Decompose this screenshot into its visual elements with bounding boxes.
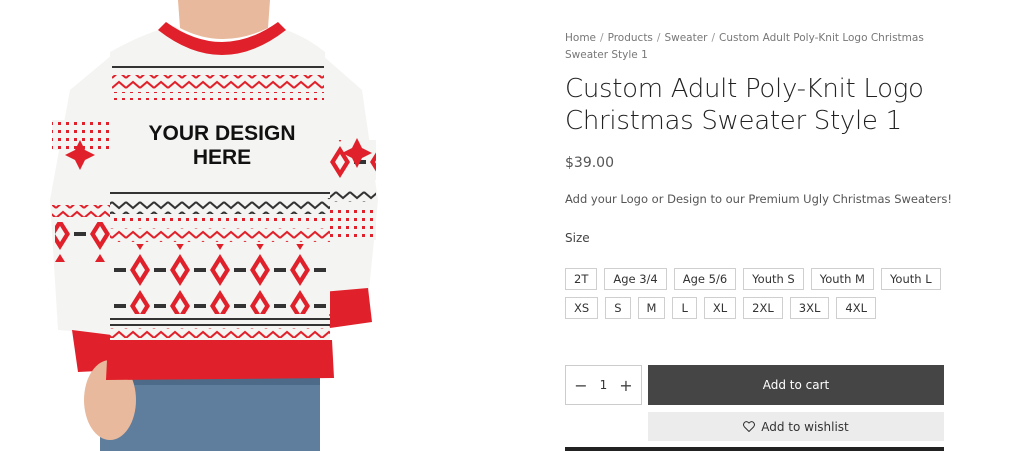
- breadcrumb-home[interactable]: Home: [565, 32, 596, 44]
- add-to-wishlist-button[interactable]: Add to wishlist: [648, 412, 944, 441]
- design-placeholder-line1: YOUR DESIGN: [148, 122, 295, 145]
- size-label: Size: [565, 231, 590, 245]
- size-option-xl[interactable]: XL: [703, 297, 737, 319]
- breadcrumb-products[interactable]: Products: [608, 32, 653, 44]
- plus-icon[interactable]: +: [617, 376, 635, 395]
- size-option-2xl[interactable]: 2XL: [743, 297, 783, 319]
- size-option-xs[interactable]: XS: [565, 297, 599, 319]
- breadcrumb-sweater[interactable]: Sweater: [664, 32, 707, 44]
- size-option-age-3-4[interactable]: Age 3/4: [604, 268, 667, 290]
- size-option-m[interactable]: M: [637, 297, 666, 319]
- size-option-age-5-6[interactable]: Age 5/6: [673, 268, 737, 290]
- buy-now-button[interactable]: [565, 447, 944, 451]
- sweater-illustration: YOUR DESIGN HERE: [50, 0, 378, 451]
- product-title: Custom Adult Poly-Knit Logo Christmas Sw…: [565, 74, 924, 136]
- size-option-s[interactable]: S: [605, 297, 631, 319]
- heart-icon: [743, 421, 756, 432]
- wishlist-label: Add to wishlist: [761, 419, 849, 434]
- breadcrumb-separator: /: [600, 32, 604, 44]
- breadcrumb-separator: /: [656, 32, 661, 44]
- design-placeholder-line2: HERE: [193, 146, 251, 169]
- quantity-input[interactable]: 1: [594, 378, 614, 392]
- size-option-youth-m[interactable]: Youth M: [810, 268, 874, 290]
- minus-icon[interactable]: −: [572, 376, 590, 395]
- size-option-3xl[interactable]: 3XL: [789, 297, 830, 319]
- quantity-stepper: − 1 +: [565, 365, 642, 405]
- product-image[interactable]: YOUR DESIGN HERE: [0, 0, 520, 451]
- size-options: 2T Age 3/4 Age 5/6 Youth S Youth M Youth…: [565, 268, 945, 319]
- size-option-youth-s[interactable]: Youth S: [743, 268, 804, 290]
- add-to-cart-row: − 1 + Add to cart: [565, 365, 955, 405]
- breadcrumb-separator: /: [711, 32, 716, 44]
- product-short-description: Add your Logo or Design to our Premium U…: [565, 192, 952, 206]
- add-to-cart-button[interactable]: Add to cart: [648, 365, 944, 405]
- product-price: $39.00: [565, 155, 614, 171]
- product-summary: Home / Products / Sweater / Custom Adult Poly-…: [565, 30, 955, 441]
- size-option-l[interactable]: L: [672, 297, 697, 319]
- size-option-youth-l[interactable]: Youth L: [880, 268, 941, 290]
- size-option-2t[interactable]: 2T: [565, 268, 598, 290]
- size-option-4xl[interactable]: 4XL: [836, 297, 876, 319]
- breadcrumb: Home / Products / Sweater / Custom Adult Poly-…: [565, 30, 925, 64]
